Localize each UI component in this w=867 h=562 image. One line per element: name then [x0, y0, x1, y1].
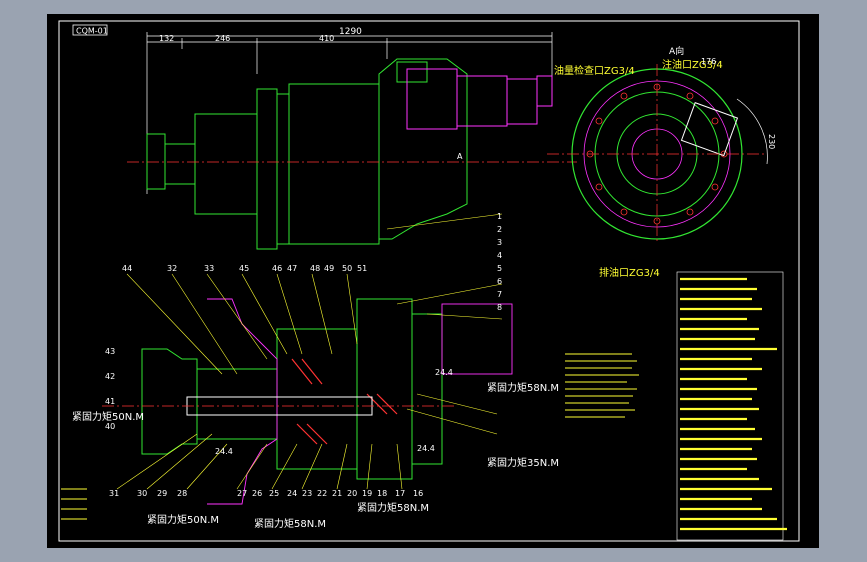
balloon-45: 45	[239, 264, 249, 273]
balloon-43: 43	[105, 347, 115, 356]
drawing-canvas: CQM-01 1290 132 246 410 A 油量检查口ZG3/4 注油口…	[47, 14, 819, 548]
top-dimensions	[146, 32, 553, 194]
torque-note-1: 紧固力矩58N.M	[487, 381, 559, 394]
balloon-23: 23	[302, 489, 312, 498]
balloon-5: 5	[497, 264, 502, 273]
torque-note-3: 紧固力矩35N.M	[487, 456, 559, 469]
tech-requirements-block	[565, 353, 639, 418]
a-view-label: A向	[669, 45, 684, 57]
small-dim-1: 24.4	[435, 368, 453, 377]
balloon-48: 48	[310, 264, 320, 273]
balloon-24: 24	[287, 489, 297, 498]
side-view	[146, 58, 468, 250]
torque-note-2: 紧固力矩50N.M	[72, 410, 144, 423]
balloon-51: 51	[357, 264, 367, 273]
parts-list	[676, 271, 787, 541]
balloon-16: 16	[413, 489, 423, 498]
dim-230: 230	[767, 134, 776, 149]
balloon-49: 49	[324, 264, 334, 273]
balloon-27: 27	[237, 489, 247, 498]
drawing-code: CQM-01	[76, 27, 108, 36]
small-dim-3: 24.4	[215, 447, 233, 456]
section-view	[141, 298, 443, 480]
oil-check-port: 油量检查口ZG3/4	[554, 64, 635, 77]
dim-total: 1290	[339, 27, 362, 37]
drawing-frame	[58, 20, 800, 542]
balloon-50: 50	[342, 264, 352, 273]
leaders	[116, 213, 503, 490]
balloons-bottom: 31 30 29 28 27 26 25 24 23 22 21 20 19 1…	[109, 489, 423, 498]
balloon-26: 26	[252, 489, 262, 498]
balloon-1: 1	[497, 212, 502, 221]
balloon-46: 46	[272, 264, 282, 273]
balloon-28: 28	[177, 489, 187, 498]
section-mark: A	[457, 152, 463, 161]
balloon-29: 29	[157, 489, 167, 498]
balloon-30: 30	[137, 489, 147, 498]
section-hatch	[291, 358, 398, 445]
section-pink	[207, 298, 513, 505]
dim-176: 176	[701, 57, 716, 66]
a-view	[547, 64, 768, 244]
balloon-32: 32	[167, 264, 177, 273]
drain-port: 排油口ZG3/4	[599, 266, 660, 279]
balloon-41: 41	[105, 397, 115, 406]
balloon-42: 42	[105, 372, 115, 381]
balloon-44: 44	[122, 264, 132, 273]
balloon-3: 3	[497, 238, 502, 247]
cad-drawing: CQM-01 1290 132 246 410 A 油量检查口ZG3/4 注油口…	[58, 20, 800, 542]
balloon-2: 2	[497, 225, 502, 234]
balloons-right: 1 2 3 4 5 6 7 8	[497, 212, 502, 312]
balloon-40: 40	[105, 422, 115, 431]
balloon-25: 25	[269, 489, 279, 498]
balloon-20: 20	[347, 489, 357, 498]
torque-note-6: 紧固力矩58N.M	[357, 501, 429, 514]
small-dim-2: 24.4	[417, 444, 435, 453]
balloon-22: 22	[317, 489, 327, 498]
motor-outline	[406, 68, 553, 130]
balloon-33: 33	[204, 264, 214, 273]
balloon-17: 17	[395, 489, 405, 498]
balloon-7: 7	[497, 290, 502, 299]
balloon-21: 21	[332, 489, 342, 498]
balloons-top: 44 32 33 45 46 47 48 49 50 51	[122, 264, 367, 273]
balloon-47: 47	[287, 264, 297, 273]
torque-note-5: 紧固力矩58N.M	[254, 517, 326, 530]
balloon-19: 19	[362, 489, 372, 498]
revision-block	[61, 488, 87, 520]
balloon-8: 8	[497, 303, 502, 312]
balloon-6: 6	[497, 277, 502, 286]
balloon-18: 18	[377, 489, 387, 498]
dim-246: 246	[215, 34, 230, 43]
balloon-31: 31	[109, 489, 119, 498]
dim-410: 410	[319, 34, 334, 43]
torque-note-4: 紧固力矩50N.M	[147, 513, 219, 526]
dim-132: 132	[159, 34, 174, 43]
balloon-4: 4	[497, 251, 502, 260]
